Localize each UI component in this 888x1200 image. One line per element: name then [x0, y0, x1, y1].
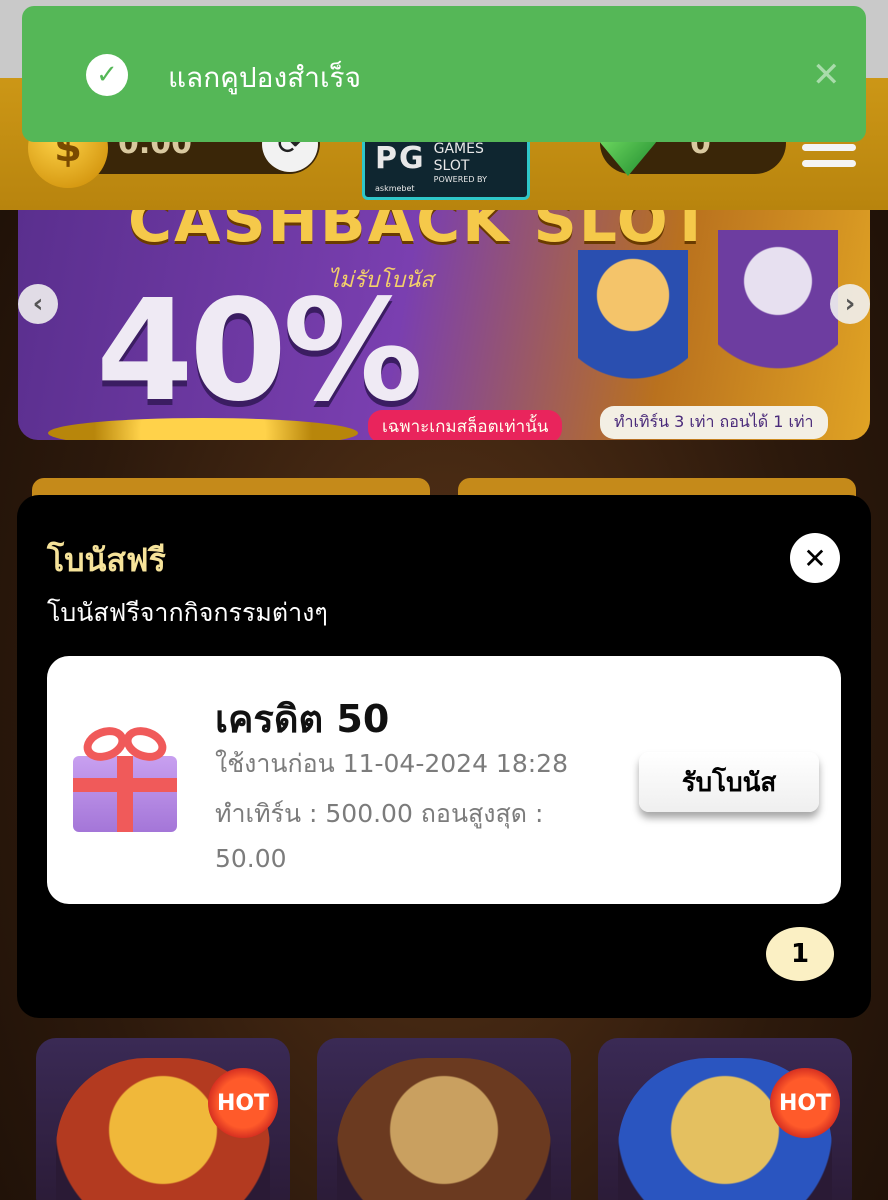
bonus-card: เครดิต 50 ใช้งานก่อน 11-04-2024 18:28 ทำ… [47, 656, 841, 904]
hot-badge: HOT [208, 1068, 278, 1138]
hero-character [578, 250, 688, 400]
logo-text: PG [375, 141, 426, 176]
coins-decoration [48, 418, 358, 440]
promo-banner[interactable]: CASHBACK SLOT ไม่รับโบนัส 40% เฉพาะเกมสล… [18, 210, 870, 440]
modal-title: โบนัสฟรี [47, 541, 166, 579]
bonus-turnover: ทำเทิร์น : 500.00 ถอนสูงสุด : [215, 799, 544, 828]
banner-percent: 40% [96, 270, 423, 433]
chevron-left-icon[interactable]: ‹ [18, 284, 58, 324]
bonus-max-withdraw: 50.00 [215, 844, 287, 873]
modal-subtitle: โบนัสฟรีจากกิจกรรมต่างๆ [47, 598, 328, 627]
chevron-right-icon[interactable]: › [830, 284, 870, 324]
game-art [337, 1058, 551, 1200]
game-card-fortune-ox[interactable]: HOT [36, 1038, 290, 1200]
hot-badge: HOT [770, 1068, 840, 1138]
free-bonus-modal: โบนัสฟรี โบนัสฟรีจากกิจกรรมต่างๆ ✕ เครดิ… [17, 495, 871, 1018]
success-toast: ✓ แลกคูปองสำเร็จ ✕ [22, 6, 866, 142]
bonus-expiry: ใช้งานก่อน 11-04-2024 18:28 [215, 749, 568, 778]
check-circle-icon: ✓ [86, 54, 128, 96]
game-card-treasures-aztec[interactable]: HOT [598, 1038, 852, 1200]
claim-bonus-button[interactable]: รับโบนัส [639, 752, 819, 812]
modal-close-button[interactable]: ✕ [790, 533, 840, 583]
toast-message: แลกคูปองสำเร็จ [168, 61, 361, 94]
game-card-gladiator[interactable] [317, 1038, 571, 1200]
bonus-credit: เครดิต 50 [215, 697, 390, 741]
gift-icon [73, 721, 177, 832]
banner-tag-left: เฉพาะเกมสล็อตเท่านั้น [368, 410, 563, 440]
close-icon[interactable]: ✕ [812, 58, 841, 92]
banner-tag-right: ทำเทิร์น 3 เท่า ถอนได้ 1 เท่า [600, 406, 828, 439]
logo-brand: askmebet [375, 184, 415, 194]
pagination-page-1[interactable]: 1 [766, 927, 834, 981]
demon-character [718, 230, 838, 400]
